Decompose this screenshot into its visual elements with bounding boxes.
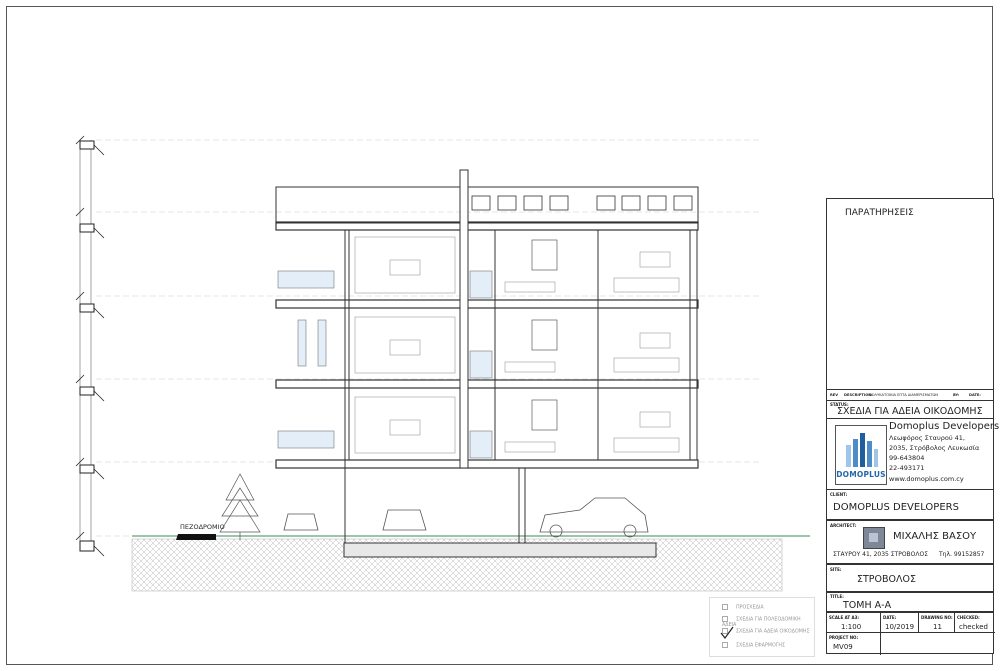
checked-label: CHECKED:: [957, 615, 980, 620]
dimension-chain: [75, 135, 92, 545]
description-value: ΠΟΛΥΚΑΤΟΙΚΙΑ ΕΠΤΑ ΔΙΑΜΕΡΙΣΜΑΤΩΝ: [869, 393, 938, 397]
rev-header: REV: [830, 393, 839, 397]
sidewalk-label: ΠΕΖΟΔΡΟΜΙΟ: [180, 523, 225, 531]
checked-value: checked: [959, 623, 988, 631]
scale-value: 1:100: [841, 623, 862, 631]
drawing-no-value: 11: [933, 623, 942, 631]
architect-logo-icon: [863, 527, 885, 549]
company-box: DOMOPLUS Domoplus Developers Λεωφόρος Στ…: [826, 418, 999, 490]
date-cell: DATE: 10/2019: [881, 613, 919, 633]
date-header: DATE:: [969, 393, 981, 397]
status-value: ΣΧΕΔΙΑ ΓΙΑ ΑΔΕΙΑ ΟΙΚΟΔΟΜΗΣ: [837, 406, 983, 417]
solar-panels: [471, 195, 693, 211]
date-label: DATE:: [883, 615, 897, 620]
remarks-box: ΠΑΡΑΤΗΡΗΣΕΙΣ REV DESCRIPTION: ΠΟΛΥΚΑΤΟΙΚ…: [826, 198, 994, 434]
company-address-2: 2035, Στρόβολος Λευκωσία: [889, 444, 980, 452]
checkmark-icon: [720, 626, 734, 639]
project-no-cell: PROJECT NO: MV09: [827, 633, 881, 655]
building-logo-icon: [846, 433, 878, 467]
landscape-tree: [219, 473, 261, 540]
title-value: ΤΟΜΗ Α-Α: [843, 600, 892, 611]
legend-item-2: ΣΧΕΔΙΑ ΓΙΑ ΑΔΕΙΑ ΟΙΚΟΔΟΜΗΣ: [722, 628, 810, 635]
checkbox-icon: [722, 616, 728, 622]
title-box: TITLE: ΤΟΜΗ Α-Α: [826, 592, 994, 612]
revision-header-row: REV DESCRIPTION: ΠΟΛΥΚΑΤΟΙΚΙΑ ΕΠΤΑ ΔΙΑΜΕ…: [827, 389, 993, 401]
slab-marker-ticks: [93, 144, 105, 557]
client-box: CLIENT: DOMOPLUS DEVELOPERS: [826, 489, 994, 520]
architect-label: ARCHITECT:: [830, 523, 857, 528]
client-value: DOMOPLUS DEVELOPERS: [833, 502, 959, 513]
drawing-no-cell: DRAWING NO: 11: [919, 613, 955, 633]
status-legend: ΠΡΟΣΧΕΔΙΑ ΣΧΕΔΙΑ ΓΙΑ ΠΟΛΕΟΔΟΜΙΚΗ ΑΔΕΙΑ Σ…: [709, 597, 815, 657]
company-website: www.domoplus.com.cy: [889, 475, 964, 483]
scale-label: SCALE AT A3:: [829, 615, 859, 620]
drawing-no-label: DRAWING NO:: [921, 615, 953, 620]
checked-cell: CHECKED: checked: [955, 613, 995, 633]
date-value: 10/2019: [885, 623, 915, 631]
by-header: BY:: [953, 393, 960, 397]
interior-furniture: [354, 236, 680, 454]
ground-level-cars: [283, 497, 649, 538]
site-value: ΣΤΡΟΒΟΛΟΣ: [857, 574, 916, 585]
project-no-label: PROJECT NO:: [829, 635, 859, 640]
company-phone-1: 99-643804: [889, 454, 925, 462]
architect-box: ARCHITECT: ΜΙΧΑΛΗΣ ΒΑΣΟΥ ΣΤΑΥΡΟΥ 41, 203…: [826, 520, 994, 564]
architect-phone: Τηλ. 99152857: [939, 551, 985, 558]
legend-item-0: ΠΡΟΣΧΕΔΙΑ: [722, 604, 764, 611]
company-address-1: Λεωφόρος Σταυρού 41,: [889, 434, 965, 442]
remarks-title: ΠΑΡΑΤΗΡΗΣΕΙΣ: [845, 208, 914, 218]
stair-core: [459, 169, 469, 469]
company-logo: DOMOPLUS: [835, 425, 887, 485]
legend-label-0: ΠΡΟΣΧΕΔΙΑ: [736, 605, 764, 611]
checkbox-icon: [722, 642, 728, 648]
site-label: SITE:: [830, 567, 842, 572]
legend-label-2: ΣΧΕΔΙΑ ΓΙΑ ΑΔΕΙΑ ΟΙΚΟΔΟΜΗΣ: [736, 629, 810, 635]
logo-text: DOMOPLUS: [836, 470, 886, 479]
legend-item-1: ΣΧΕΔΙΑ ΓΙΑ ΠΟΛΕΟΔΟΜΙΚΗ ΑΔΕΙΑ: [722, 616, 814, 628]
title-label: TITLE:: [830, 594, 844, 599]
company-phone-2: 22-493171: [889, 464, 925, 472]
architect-address: ΣΤΑΥΡΟΥ 41, 2035 ΣΤΡΟΒΟΛΟΣ: [833, 551, 929, 558]
company-name: Domoplus Developers: [889, 421, 1000, 432]
architect-name: ΜΙΧΑΛΗΣ ΒΑΣΟΥ: [893, 531, 977, 542]
slab-markers: [79, 140, 95, 552]
foundation-pit: [343, 542, 657, 558]
legend-item-3: ΣΧΕΔΙΑ ΕΦΑΡΜΟΓΗΣ: [722, 642, 785, 649]
scale-cell: SCALE AT A3: 1:100: [827, 613, 881, 633]
client-label: CLIENT:: [830, 492, 848, 497]
legend-label-3: ΣΧΕΔΙΑ ΕΦΑΡΜΟΓΗΣ: [736, 643, 786, 649]
project-no-value: MV09: [833, 643, 853, 651]
drawing-info-grid: SCALE AT A3: 1:100 DATE: 10/2019 DRAWING…: [826, 612, 995, 655]
checkbox-icon: [722, 604, 728, 610]
site-box: SITE: ΣΤΡΟΒΟΛΟΣ: [826, 564, 994, 592]
